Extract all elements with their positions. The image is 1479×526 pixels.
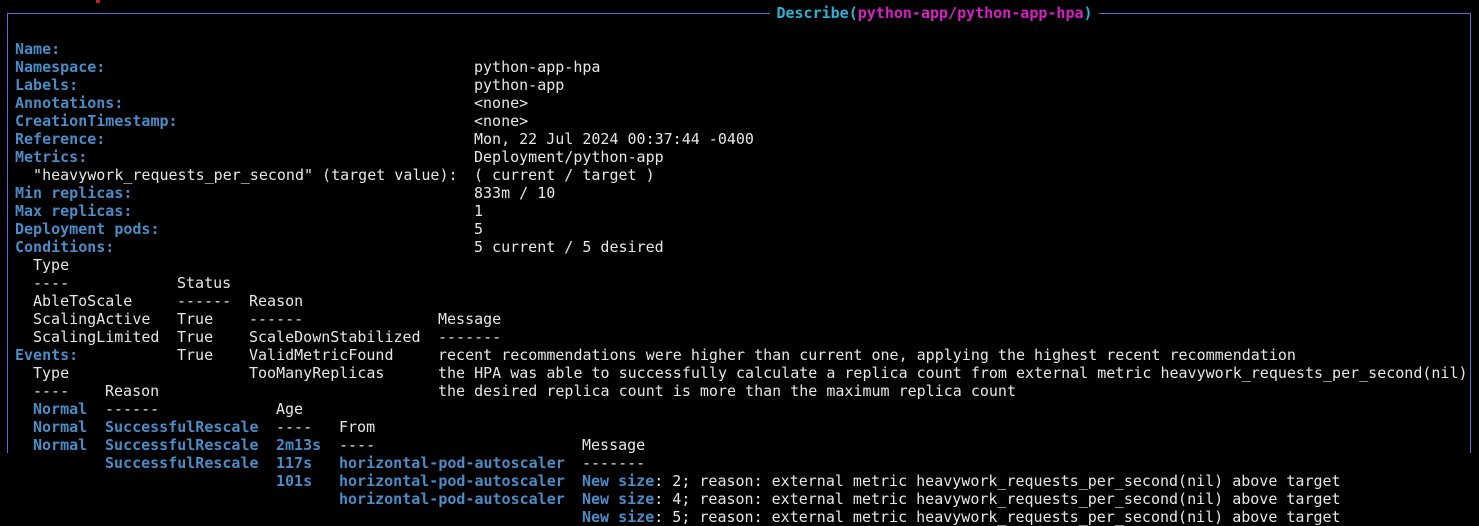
condition-reason: ScaleDownStabilized [249,328,421,346]
condition-type: ScalingActive [33,310,151,328]
conditions-divider: ------ [177,292,232,310]
events-header-message: Message [582,436,646,454]
field-value: Mon, 22 Jul 2024 00:37:44 -0400 [474,130,754,148]
metric-row[interactable]: "heavywork_requests_per_second" (target … [15,148,555,202]
event-age: 117s [276,454,313,472]
field-value: 5 [474,220,484,238]
condition-row[interactable]: AbleToScale True ScaleDownStabilized rec… [15,274,1296,364]
event-row[interactable]: Normal SuccessfulRescale 101s horizontal… [15,418,1341,526]
panel-title-resource: python-app/python-app-hpa [857,4,1084,22]
conditions-header-status: Status [177,274,232,292]
field-key: CreationTimestamp: [15,112,178,130]
condition-message: the desired replica count is more than t… [438,382,1016,400]
event-reason: SuccessfulRescale [105,418,259,436]
event-type: Normal [33,436,88,454]
conditions-heading: Conditions: [15,220,114,256]
event-type: Normal [33,418,88,436]
conditions-header-row: Type Status Reason Message [15,238,501,328]
event-from: horizontal-pod-autoscaler [339,490,565,508]
condition-row[interactable]: ScalingActive True ValidMetricFound the … [15,292,1468,382]
event-type: Normal [33,400,88,418]
panel-title: Describe(python-app/python-app-hpa) [0,3,1479,23]
conditions-header-reason: Reason [249,292,304,310]
field-value: 5 current / 5 desired [474,238,664,256]
field-row-namespace[interactable]: Namespace: python-app [15,40,564,94]
conditions-divider: ------- [438,328,502,346]
field-value: <none> [474,94,529,112]
event-message: New size: 5; reason: external metric hea… [582,508,1341,526]
conditions-divider: ---- [33,274,70,292]
event-message-key: New size [582,490,655,508]
event-row[interactable]: Normal SuccessfulRescale 2m13s horizonta… [15,382,1341,490]
events-header-row: Type Reason Age From Message [15,346,645,454]
field-row-reference[interactable]: Reference: Deployment/python-app [15,112,664,166]
event-message: New size: 4; reason: external metric hea… [582,490,1341,508]
field-value: 1 [474,202,484,220]
condition-status: True [177,310,214,328]
events-divider-row: ---- ------ ---- ---- ------- [15,364,645,472]
events-header-reason: Reason [105,382,160,400]
event-age: 101s [276,472,313,490]
field-row-max-replicas[interactable]: Max replicas: 5 [15,184,483,238]
field-row-annotations[interactable]: Annotations: <none> [15,76,528,130]
condition-type: AbleToScale [33,292,133,310]
condition-message: recent recommendations were higher than … [438,346,1296,364]
metric-value: 833m / 10 [474,184,556,202]
field-value: python-app [474,76,565,94]
field-row-labels[interactable]: Labels: <none> [15,58,528,112]
conditions-header-type: Type [33,256,70,274]
event-message-text: : 2; reason: external metric heavywork_r… [654,472,1341,490]
panel-title-suffix: ) [1083,4,1093,22]
condition-message: the HPA was able to successfully calcula… [438,364,1468,382]
conditions-divider-row: ---- ------ ------ ------- [15,256,501,346]
event-message: New size: 2; reason: external metric hea… [582,472,1341,490]
event-message-text: : 5; reason: external metric heavywork_r… [654,508,1341,526]
field-key: Deployment pods: [15,220,160,238]
event-reason: SuccessfulRescale [105,436,259,454]
events-header-age: Age [276,400,304,418]
field-row-creation-timestamp[interactable]: CreationTimestamp: Mon, 22 Jul 2024 00:3… [15,94,754,148]
condition-status: True [177,346,214,364]
event-message-key: New size [582,508,655,526]
event-row[interactable]: Normal SuccessfulRescale 117s horizontal… [15,400,1341,508]
event-from: horizontal-pod-autoscaler [339,454,565,472]
field-row-min-replicas[interactable]: Min replicas: 1 [15,166,483,220]
conditions-divider: ------ [249,310,304,328]
field-row-deployment-pods[interactable]: Deployment pods: 5 current / 5 desired [15,202,664,256]
condition-reason: ValidMetricFound [249,346,394,364]
field-value: python-app-hpa [474,58,601,76]
field-value: Deployment/python-app [474,148,664,166]
metric-label: "heavywork_requests_per_second" (target … [15,166,458,184]
condition-type: ScalingLimited [33,328,160,346]
event-message-key: New size [582,472,655,490]
event-message-text: : 4; reason: external metric heavywork_r… [654,490,1341,508]
events-divider: ---- [276,418,313,436]
panel-title-prefix: Describe( [776,4,858,22]
events-divider: ---- [339,436,376,454]
event-from: horizontal-pod-autoscaler [339,472,565,490]
condition-status: True [177,328,214,346]
events-divider: ------- [582,454,646,472]
field-value: ( current / target ) [474,166,655,184]
events-divider: ---- [33,382,70,400]
events-divider: ------ [105,400,160,418]
event-reason: SuccessfulRescale [105,454,259,472]
events-header-type: Type [33,364,70,382]
events-heading: Events: [15,328,78,364]
event-age: 2m13s [276,436,322,454]
conditions-header-message: Message [438,310,502,328]
field-row-metrics[interactable]: Metrics: ( current / target ) [15,130,655,184]
field-row-name[interactable]: Name: python-app-hpa [15,22,600,76]
condition-row[interactable]: ScalingLimited True TooManyReplicas the … [15,310,1016,400]
events-header-from: From [339,418,376,436]
field-value: <none> [474,112,529,130]
condition-reason: TooManyReplicas [249,364,385,382]
